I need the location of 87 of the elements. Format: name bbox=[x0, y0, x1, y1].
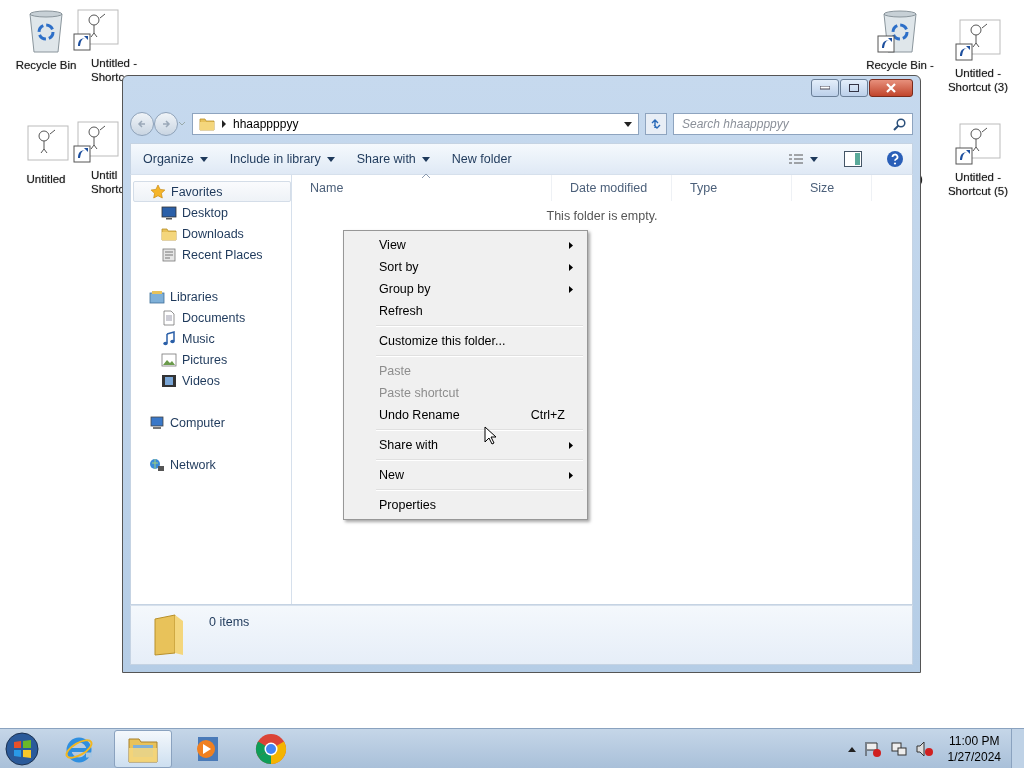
taskbar-app-button[interactable] bbox=[114, 729, 172, 768]
start-button[interactable] bbox=[4, 730, 40, 767]
item-count: 0 items bbox=[209, 615, 250, 629]
menu-item[interactable]: Undo Rename Ctrl+Z bbox=[346, 404, 585, 426]
menu-item[interactable]: View bbox=[346, 234, 585, 256]
menu-item[interactable]: Sort by bbox=[346, 256, 585, 278]
chrome-logo-icon bbox=[255, 732, 287, 765]
search-icon bbox=[893, 117, 906, 131]
submenu-arrow-icon bbox=[569, 441, 573, 449]
toolbar-button[interactable]: New folder bbox=[447, 148, 516, 170]
recent-places-icon bbox=[161, 246, 177, 263]
nav-item[interactable]: Computer bbox=[133, 412, 291, 433]
sketch-shortcut-icon[interactable] bbox=[954, 16, 1002, 64]
nav-item[interactable]: Recent Places bbox=[133, 244, 291, 265]
nav-item[interactable]: Desktop bbox=[133, 202, 291, 223]
submenu-arrow-icon bbox=[569, 263, 573, 271]
refresh-arrows-icon bbox=[649, 117, 663, 131]
back-arrow-icon bbox=[137, 119, 147, 129]
show-hidden-icons-icon[interactable] bbox=[847, 745, 856, 752]
empty-folder-message: This folder is empty. bbox=[545, 208, 659, 223]
clock[interactable]: 11:00 PM 1/27/2024 bbox=[947, 732, 1001, 765]
folder-icon bbox=[199, 116, 215, 132]
computer-icon bbox=[149, 414, 165, 431]
menu-item[interactable]: New bbox=[346, 464, 585, 486]
nav-item[interactable]: Music bbox=[133, 328, 291, 349]
dropdown-arrow-icon[interactable] bbox=[624, 121, 632, 127]
nav-item[interactable]: Videos bbox=[133, 370, 291, 391]
caret-icon bbox=[421, 156, 430, 162]
library-icon bbox=[149, 288, 165, 305]
document-icon bbox=[161, 309, 177, 326]
close-icon bbox=[886, 83, 896, 93]
chevron-icon[interactable] bbox=[221, 120, 227, 128]
nav-item[interactable]: Downloads bbox=[133, 223, 291, 244]
nav-item[interactable]: Libraries bbox=[133, 286, 291, 307]
sketch-shortcut-icon[interactable] bbox=[72, 118, 120, 166]
nav-item[interactable]: Network bbox=[133, 454, 291, 475]
address-path: hhaappppyy bbox=[233, 117, 300, 131]
toolbar-button[interactable]: Organize bbox=[139, 148, 212, 170]
maximize-button[interactable] bbox=[840, 79, 868, 97]
submenu-arrow-icon bbox=[569, 471, 573, 479]
menu-item[interactable]: Refresh bbox=[346, 300, 585, 322]
menu-item[interactable]: Share with bbox=[346, 434, 585, 456]
help-icon[interactable] bbox=[886, 150, 904, 168]
list-view-icon bbox=[788, 153, 804, 165]
minimize-icon bbox=[820, 86, 830, 90]
star-icon bbox=[150, 183, 166, 200]
music-note-icon bbox=[161, 330, 177, 347]
menu-item[interactable]: Customize this folder... bbox=[346, 330, 585, 352]
address-bar[interactable]: hhaappppyy bbox=[192, 113, 639, 135]
nav-item[interactable]: Pictures bbox=[133, 349, 291, 370]
desktop-icon-label: Recycle Bin bbox=[15, 58, 77, 72]
column-header[interactable]: Date modified bbox=[552, 175, 672, 201]
caret-icon bbox=[199, 156, 208, 162]
preview-pane-icon[interactable] bbox=[844, 151, 862, 167]
shortcut-label: Ctrl+Z bbox=[530, 408, 565, 422]
submenu-arrow-icon bbox=[569, 241, 573, 249]
desktop-icon-label: Untitled - Shortcut (3) bbox=[947, 66, 1009, 94]
picture-icon bbox=[161, 351, 177, 368]
desktop-icon-label: Untitled bbox=[26, 172, 66, 186]
desktop-icon-label: Untitled - Shortcut (5) bbox=[947, 170, 1009, 198]
sketch-shortcut-icon[interactable] bbox=[954, 120, 1002, 168]
column-header[interactable]: Size bbox=[792, 175, 872, 201]
submenu-arrow-icon bbox=[569, 285, 573, 293]
desktop-icon-label: Recycle Bin - bbox=[866, 58, 934, 72]
menu-item[interactable]: Properties bbox=[346, 494, 585, 516]
speaker-muted-icon[interactable] bbox=[915, 740, 934, 757]
flag-icon[interactable] bbox=[863, 740, 882, 757]
network-status-icon[interactable] bbox=[889, 740, 908, 757]
maximize-icon bbox=[849, 84, 859, 92]
caret-icon bbox=[326, 156, 335, 162]
network-icon bbox=[149, 456, 165, 473]
refresh-button[interactable] bbox=[645, 113, 667, 135]
nav-item[interactable]: Favorites bbox=[133, 181, 291, 202]
nav-item[interactable]: Documents bbox=[133, 307, 291, 328]
sort-caret-icon bbox=[421, 173, 430, 178]
folder-icon bbox=[161, 225, 177, 242]
forward-arrow-icon bbox=[161, 119, 171, 129]
close-button[interactable] bbox=[869, 79, 913, 97]
toolbar-button[interactable]: Include in library bbox=[225, 148, 339, 170]
caret-icon bbox=[810, 156, 818, 162]
sketch-shortcut-icon[interactable] bbox=[72, 6, 120, 54]
film-icon bbox=[161, 372, 177, 389]
toolbar-button[interactable]: Share with bbox=[352, 148, 434, 170]
column-header[interactable]: Name bbox=[292, 175, 552, 201]
column-header[interactable]: Type bbox=[672, 175, 792, 201]
menu-item[interactable]: Group by bbox=[346, 278, 585, 300]
monitor-icon bbox=[161, 204, 177, 221]
